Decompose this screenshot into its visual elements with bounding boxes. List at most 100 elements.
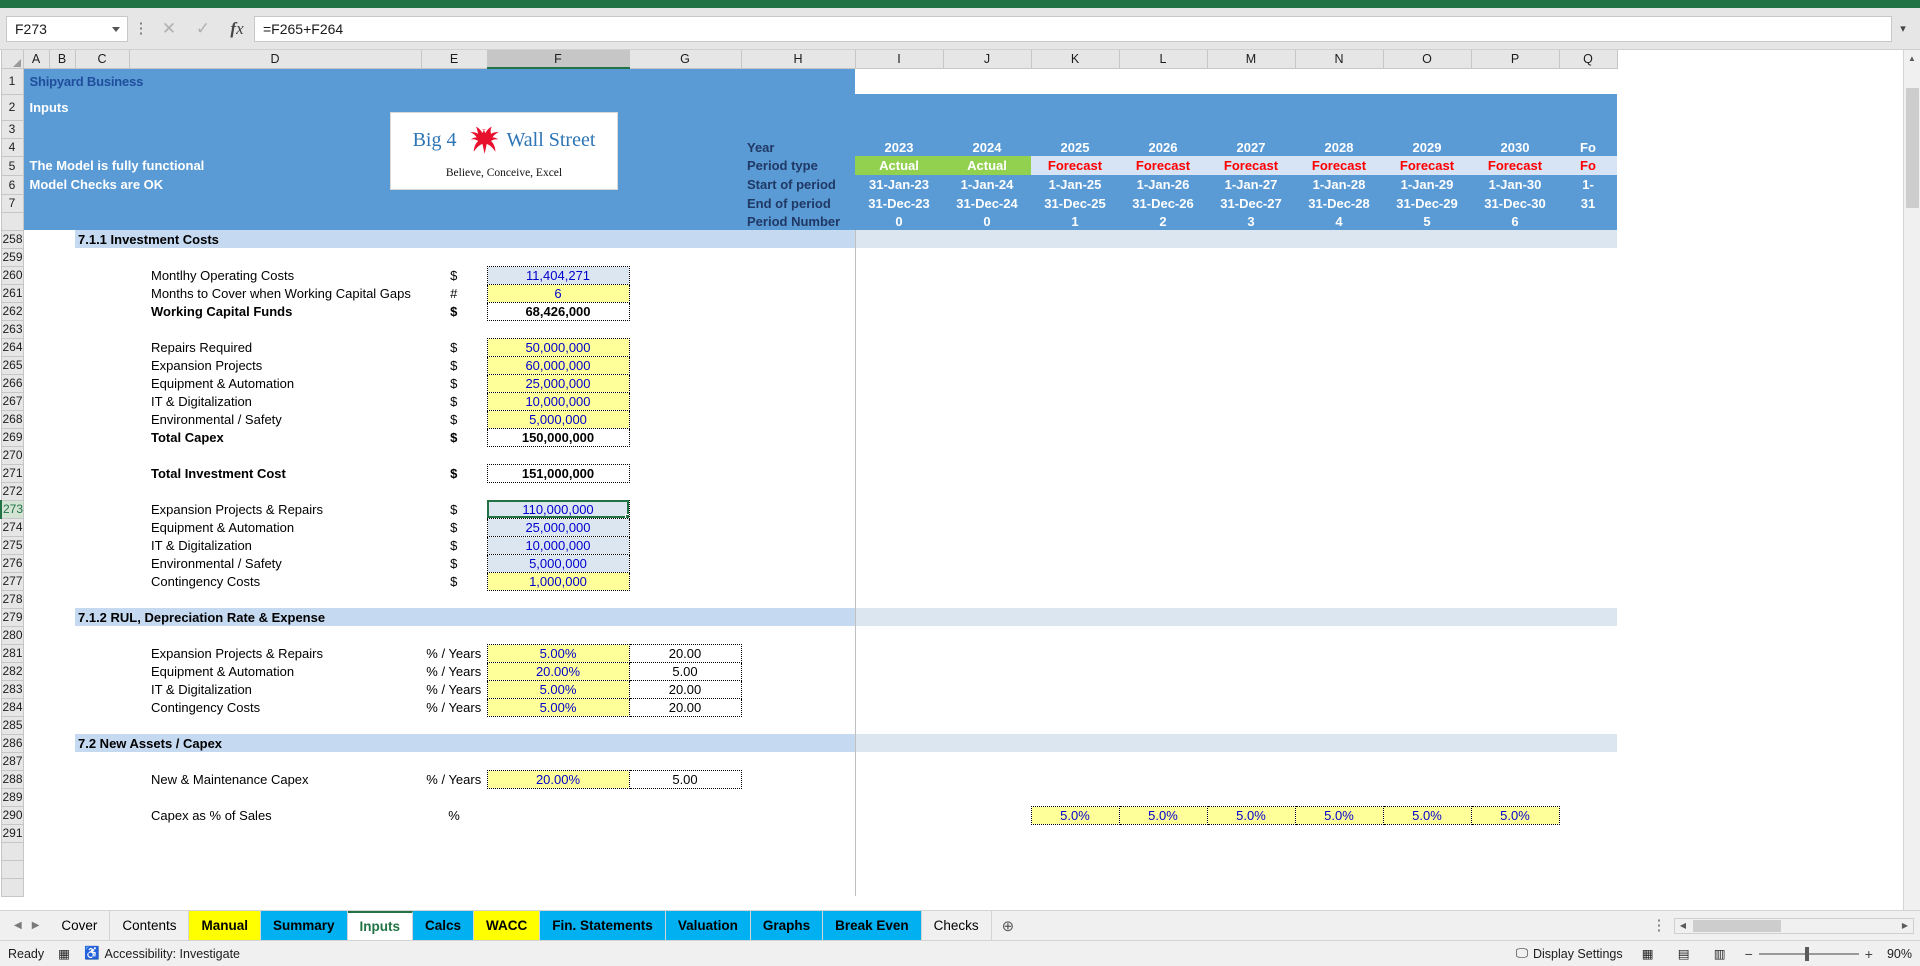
empty-cell[interactable] [1471, 482, 1559, 500]
empty-cell[interactable] [75, 428, 129, 446]
value-cell-262[interactable]: 68,426,000 [486, 301, 630, 321]
row-header-274[interactable]: 274 [0, 517, 24, 537]
empty-cell[interactable] [629, 302, 741, 320]
empty-cell[interactable] [741, 374, 855, 392]
period-number-5[interactable]: 4 [1295, 212, 1383, 230]
column-header-C[interactable]: C [74, 50, 130, 69]
sheet-tab-summary[interactable]: Summary [260, 911, 348, 940]
empty-cell[interactable] [1119, 626, 1207, 644]
empty-cell[interactable] [23, 446, 855, 464]
empty-cell[interactable] [629, 464, 741, 482]
row-header-284[interactable]: 284 [0, 697, 24, 717]
empty-cell[interactable] [1119, 392, 1207, 410]
empty-cell[interactable] [23, 554, 75, 572]
empty-cell[interactable] [1031, 626, 1119, 644]
empty-cell[interactable] [1031, 770, 1119, 788]
empty-cell[interactable] [854, 806, 943, 824]
years-cell-283[interactable]: 20.00 [628, 679, 742, 699]
empty-cell[interactable] [1295, 860, 1383, 878]
empty-cell[interactable] [1295, 554, 1383, 572]
empty-cell[interactable] [23, 410, 75, 428]
sheet-tab-calcs[interactable]: Calcs [413, 911, 475, 940]
series-cell-290-4[interactable]: 5.0% [1382, 805, 1472, 825]
sheet-tab-manual[interactable]: Manual [189, 911, 261, 940]
empty-cell[interactable] [1119, 680, 1207, 698]
sheet-tab-cover[interactable]: Cover [49, 911, 111, 940]
period-end-0[interactable]: 31-Dec-23 [855, 194, 943, 212]
add-sheet-icon[interactable]: ⊕ [992, 911, 1025, 940]
empty-cell[interactable] [854, 320, 943, 338]
sheet-tab-fin-statements[interactable]: Fin. Statements [540, 911, 666, 940]
empty-cell[interactable] [1207, 716, 1295, 734]
empty-cell[interactable] [854, 608, 943, 626]
empty-cell[interactable] [1295, 266, 1383, 284]
empty-cell[interactable] [629, 266, 741, 284]
empty-cell[interactable] [1295, 878, 1383, 896]
empty-cell[interactable] [854, 680, 943, 698]
period-year-8[interactable]: Fo [1559, 138, 1617, 156]
empty-cell[interactable] [23, 464, 75, 482]
empty-cell[interactable] [741, 266, 855, 284]
empty-cell[interactable] [1119, 68, 1207, 94]
empty-cell[interactable] [854, 698, 943, 716]
empty-cell[interactable] [23, 518, 75, 536]
empty-cell[interactable] [1207, 428, 1295, 446]
empty-cell[interactable] [1559, 356, 1617, 374]
empty-cell[interactable] [1031, 824, 1119, 842]
row-header-264[interactable]: 264 [0, 337, 24, 357]
empty-cell[interactable] [23, 356, 75, 374]
empty-cell[interactable] [23, 590, 855, 608]
empty-cell[interactable] [854, 248, 943, 266]
period-year-2[interactable]: 2025 [1031, 138, 1119, 156]
empty-cell[interactable] [1031, 716, 1119, 734]
empty-cell[interactable] [943, 572, 1031, 590]
empty-cell[interactable] [75, 806, 129, 824]
empty-cell[interactable] [854, 230, 943, 248]
period-number-7[interactable]: 6 [1471, 212, 1559, 230]
empty-cell[interactable] [1295, 302, 1383, 320]
value-cell-266[interactable]: 25,000,000 [486, 373, 630, 393]
empty-cell[interactable] [741, 500, 855, 518]
empty-cell[interactable] [23, 824, 855, 842]
column-header-B[interactable]: B [48, 50, 76, 69]
empty-cell[interactable] [1207, 500, 1295, 518]
empty-cell[interactable] [1207, 878, 1295, 896]
empty-cell[interactable] [1295, 572, 1383, 590]
empty-cell[interactable] [943, 302, 1031, 320]
row-header-277[interactable]: 277 [0, 571, 24, 591]
scroll-up-arrow-icon[interactable]: ▲ [1904, 50, 1920, 67]
horizontal-scrollbar[interactable]: ◀ ▶ [1674, 917, 1914, 934]
empty-cell[interactable] [1207, 662, 1295, 680]
row-header-265[interactable]: 265 [0, 355, 24, 375]
empty-cell[interactable] [1559, 572, 1617, 590]
value-cell-260[interactable]: 11,404,271 [486, 265, 630, 285]
vertical-scrollbar[interactable]: ▲ [1903, 50, 1920, 910]
empty-cell[interactable] [1207, 788, 1295, 806]
value-cell-276[interactable]: 5,000,000 [486, 553, 630, 573]
empty-cell[interactable] [741, 770, 855, 788]
empty-cell[interactable] [1471, 608, 1559, 626]
empty-cell[interactable] [1471, 554, 1559, 572]
empty-cell[interactable] [1559, 266, 1617, 284]
accessibility-status[interactable]: ♿ Accessibility: Investigate [84, 946, 240, 961]
row-header-1[interactable]: 1 [0, 67, 24, 95]
years-cell-288[interactable]: 5.00 [628, 769, 742, 789]
empty-cell[interactable] [1471, 284, 1559, 302]
page-layout-view-icon[interactable]: ▤ [1673, 945, 1695, 963]
empty-cell[interactable] [629, 338, 741, 356]
empty-cell[interactable] [1471, 392, 1559, 410]
empty-cell[interactable] [1295, 626, 1383, 644]
empty-cell[interactable] [1559, 590, 1617, 608]
row-header-259[interactable]: 259 [0, 247, 24, 267]
empty-cell[interactable] [1471, 536, 1559, 554]
row-header-288[interactable]: 288 [0, 769, 24, 789]
empty-cell[interactable] [75, 302, 129, 320]
empty-cell[interactable] [741, 536, 855, 554]
empty-cell[interactable] [1471, 518, 1559, 536]
banner-cell[interactable] [855, 120, 943, 138]
empty-cell[interactable] [854, 824, 943, 842]
zoom-track[interactable] [1758, 946, 1859, 961]
value-cell-267[interactable]: 10,000,000 [486, 391, 630, 411]
row-header-258[interactable]: 258 [0, 229, 24, 249]
period-year-5[interactable]: 2028 [1295, 138, 1383, 156]
